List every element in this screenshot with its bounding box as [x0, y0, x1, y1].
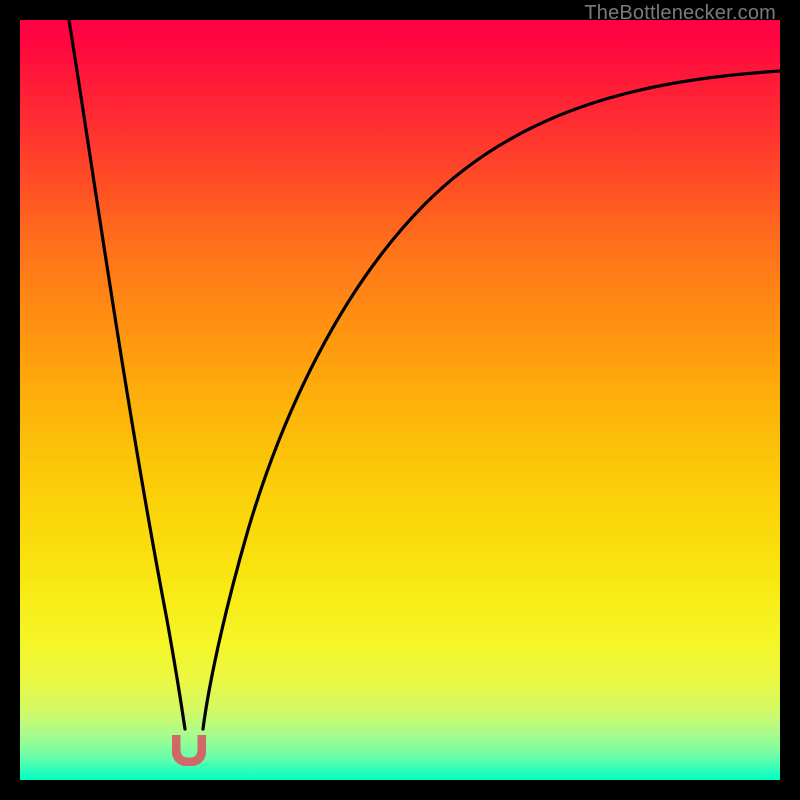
bottleneck-chart: [20, 20, 780, 780]
chart-gradient-background: [20, 20, 780, 780]
